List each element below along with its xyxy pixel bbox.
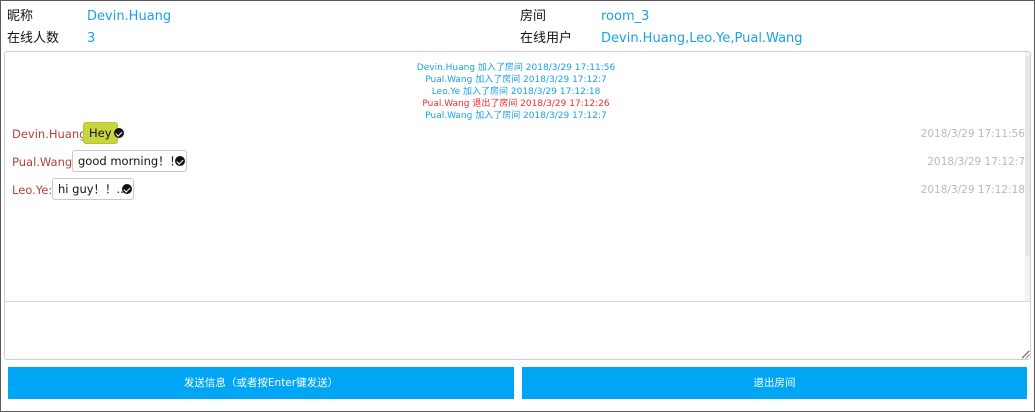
message-sender: Pual.Wang:	[12, 155, 77, 169]
nickname-label: 昵称	[7, 9, 34, 24]
online-users-value: Devin.Huang,Leo.Ye,Pual.Wang	[601, 31, 803, 46]
message-sender: Devin.Huang:	[12, 127, 91, 141]
message-time: 2018/3/29 17:12:18	[920, 184, 1025, 196]
message-bubble: Hey	[83, 122, 118, 144]
system-notice: Leo.Ye 加入了房间 2018/3/29 17:12:18	[431, 87, 601, 97]
room-row: 房间 room_3	[513, 6, 1013, 28]
message-list[interactable]: Devin.Huang 加入了房间 2018/3/29 17:11:56 Pua…	[4, 51, 1031, 302]
message-bubble: good morning！！	[72, 150, 188, 172]
system-notice: Pual.Wang 退出了房间 2018/3/29 17:12:26	[422, 99, 610, 109]
system-notice-list: Devin.Huang 加入了房间 2018/3/29 17:11:56 Pua…	[5, 62, 1027, 122]
system-notice: Pual.Wang 加入了房间 2018/3/29 17:12:7	[425, 111, 607, 121]
system-notice: Pual.Wang 加入了房间 2018/3/29 17:12:7	[425, 75, 607, 85]
online-users-label: 在线用户	[520, 31, 573, 46]
check-circle-icon	[175, 156, 185, 166]
system-notice: Devin.Huang 加入了房间 2018/3/29 17:11:56	[416, 63, 616, 73]
message-row: Devin.Huang: Hey 2018/3/29 17:11:56	[5, 122, 1027, 146]
message-row: Leo.Ye: hi guy！！... 2018/3/29 17:12:18	[5, 178, 1027, 202]
check-circle-icon	[122, 184, 132, 194]
online-count-label: 在线人数	[7, 31, 60, 46]
room-value: room_3	[601, 9, 650, 24]
check-circle-icon	[114, 128, 124, 138]
message-sender: Leo.Ye:	[12, 183, 53, 197]
chat-window: 昵称 Devin.Huang 房间 room_3 在线人数 3 在线用户 Dev…	[0, 0, 1035, 412]
send-message-button[interactable]: 发送信息（或者按Enter键发送）	[8, 367, 514, 399]
online-users-row: 在线用户 Devin.Huang,Leo.Ye,Pual.Wang	[513, 28, 1033, 50]
nickname-row: 昵称 Devin.Huang	[1, 6, 501, 28]
online-count-row: 在线人数 3	[1, 28, 501, 50]
message-row: Pual.Wang: good morning！！ 2018/3/29 17:1…	[5, 150, 1027, 174]
room-label: 房间	[520, 9, 547, 24]
message-input[interactable]	[4, 302, 1031, 360]
online-count-value: 3	[87, 31, 96, 46]
message-time: 2018/3/29 17:12:7	[927, 156, 1025, 168]
resize-grip-icon[interactable]	[1022, 351, 1030, 359]
exit-room-button[interactable]: 退出房间	[522, 367, 1027, 399]
message-time: 2018/3/29 17:11:56	[920, 128, 1025, 140]
nickname-value: Devin.Huang	[87, 9, 172, 24]
